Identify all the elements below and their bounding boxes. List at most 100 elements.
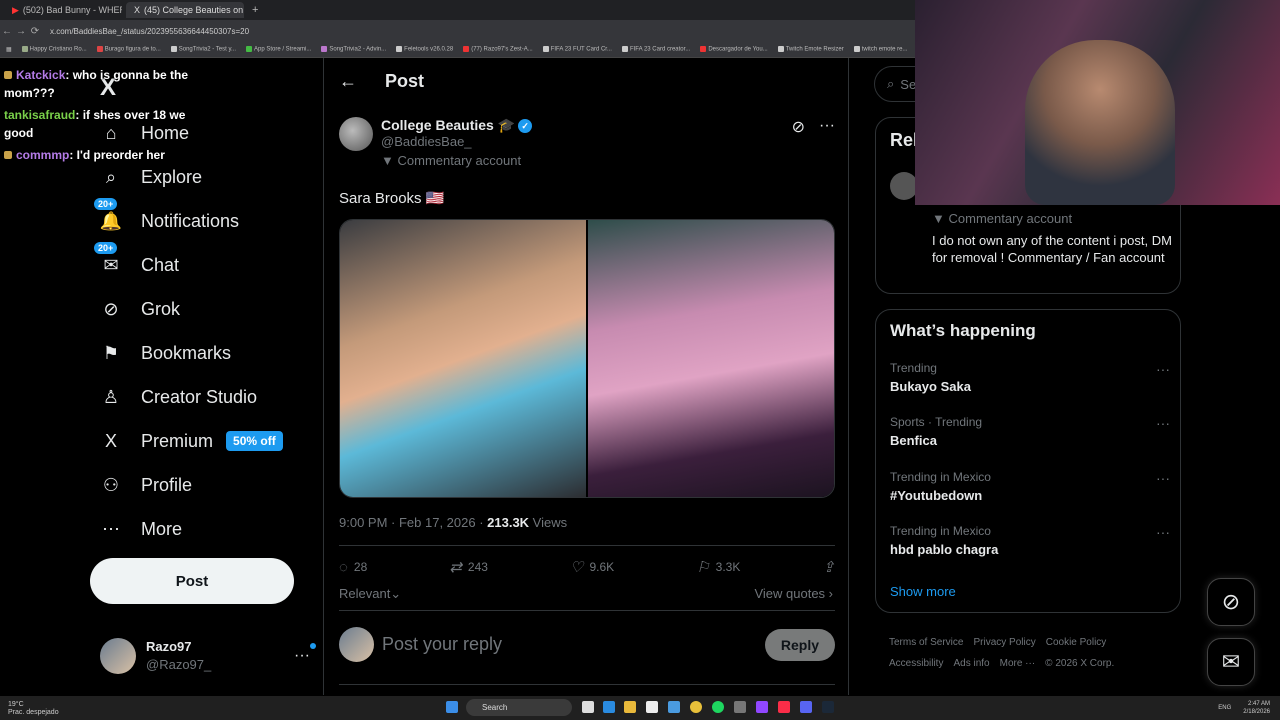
forward-icon[interactable]: → (14, 26, 28, 37)
reply-submit-button[interactable]: Reply (764, 628, 835, 661)
author-name[interactable]: College Beauties (381, 117, 494, 133)
back-icon[interactable]: ← (0, 26, 14, 37)
post-image[interactable] (340, 220, 586, 497)
bookmark-item[interactable]: Twitch Emote Resizer (777, 46, 844, 53)
footer-link[interactable]: Privacy Policy (973, 637, 1035, 648)
account-handle: @Razo97_ (146, 657, 212, 672)
more-options-icon[interactable]: ··· (1156, 415, 1170, 431)
author-handle[interactable]: @BaddiesBae_ (381, 134, 532, 149)
share-button[interactable]: ⇪ (822, 558, 835, 576)
back-arrow-icon[interactable]: ← (339, 71, 357, 92)
search-icon: ⌕ (887, 76, 895, 91)
footer-link[interactable]: Cookie Policy (1046, 637, 1107, 648)
footer-link[interactable]: Accessibility (889, 658, 943, 669)
trend-item[interactable]: Trending in Mexico hbd pablo chagra ··· (890, 524, 1170, 557)
reload-icon[interactable]: ⟳ (28, 26, 42, 37)
store-icon[interactable] (646, 701, 658, 713)
mail-app-icon[interactable] (668, 701, 680, 713)
url-field[interactable]: x.com/BaddiesBae_/status/202395563664445… (50, 27, 249, 36)
reply-input[interactable]: Post your reply (382, 634, 502, 655)
nav-premium[interactable]: X Premium 50% off (100, 430, 283, 452)
bookmark-item[interactable]: Burago figura de to... (96, 46, 161, 53)
footer-link[interactable]: Ads info (953, 658, 989, 669)
grok-icon[interactable]: ⊘ (792, 117, 805, 168)
show-more-link[interactable]: Show more (890, 584, 956, 599)
bookmark-item[interactable]: twitch emote re... (853, 46, 907, 53)
nav-chat[interactable]: ✉ 20+ Chat (94, 242, 179, 276)
bookmark-item[interactable]: SongTrivia2 - Test y... (170, 46, 236, 53)
clock[interactable]: 2:47 AM 2/18/2026 (1243, 700, 1270, 716)
bookmark-item[interactable]: Feletools v26.0.28 (396, 46, 453, 53)
reply-icon: ◌ (339, 558, 348, 576)
messages-fab-icon[interactable]: ✉ (1207, 638, 1255, 686)
mail-icon: ✉ 20+ (94, 242, 122, 276)
task-view-icon[interactable] (582, 701, 594, 713)
spotify-icon[interactable] (712, 701, 724, 713)
premium-promo-badge: 50% off (226, 431, 283, 451)
view-quotes-link[interactable]: View quotes › (754, 586, 833, 601)
trend-item[interactable]: Sports · Trending Benfica ··· (890, 415, 1170, 448)
nav-creator-studio[interactable]: ♙ Creator Studio (100, 386, 257, 408)
nav-more[interactable]: ⋯ More (100, 518, 182, 540)
footer-links: Terms of Service Privacy Policy Cookie Pol… (889, 632, 1179, 674)
author-avatar[interactable] (890, 172, 918, 200)
nav-grok[interactable]: ⊘ Grok (100, 298, 180, 320)
post-image[interactable] (588, 220, 834, 497)
grok-icon: ⊘ (103, 298, 119, 319)
bookmark-item[interactable]: App Store / Streami... (246, 46, 311, 53)
post-button[interactable]: Post (90, 558, 294, 604)
more-options-icon[interactable]: ··· (1156, 524, 1170, 540)
more-options-icon[interactable]: ··· (1156, 361, 1170, 377)
music-icon[interactable] (778, 701, 790, 713)
twitch-icon[interactable] (756, 701, 768, 713)
new-tab-button[interactable]: + (252, 4, 258, 16)
nav-explore[interactable]: ⌕ Explore (100, 166, 202, 188)
trend-item[interactable]: Trending in Mexico #Youtubedown ··· (890, 470, 1170, 503)
like-button[interactable]: ♡ 9.6K (570, 558, 614, 576)
nav-profile[interactable]: ⚇ Profile (100, 474, 192, 496)
bookmark-item[interactable]: FIFA 23 FUT Card Cr... (542, 46, 612, 53)
grok-fab-icon[interactable]: ⊘ (1207, 578, 1255, 626)
chrome-icon[interactable] (690, 701, 702, 713)
start-icon[interactable] (446, 701, 458, 713)
nav-notifications[interactable]: 🔔 20+ Notifications (94, 198, 239, 232)
app-icon[interactable] (734, 701, 746, 713)
more-options-icon[interactable]: ··· (1156, 470, 1170, 486)
edge-icon[interactable] (603, 701, 615, 713)
post-actions: ◌ 28 ⇄ 243 ♡ 9.6K ⚐ 3.3K ⇪ (339, 558, 835, 577)
footer-link[interactable]: Terms of Service (889, 637, 963, 648)
tab-x[interactable]: X(45) College Beauties on X× (126, 2, 244, 18)
x-icon: X (134, 5, 141, 15)
divider (339, 545, 835, 546)
steam-icon[interactable] (822, 701, 834, 713)
webcam-overlay (915, 0, 1280, 205)
post-media[interactable] (339, 219, 835, 498)
repost-button[interactable]: ⇄ 243 (449, 558, 488, 576)
trend-item[interactable]: Trending Bukayo Saka ··· (890, 361, 1170, 394)
bookmark-item[interactable]: (77) Razo97's Zest-A... (463, 46, 533, 53)
account-switcher[interactable]: Razo97 @Razo97_ ··· (100, 638, 316, 674)
bookmark-item[interactable]: Descargador de You... (700, 46, 768, 53)
bookmark-item[interactable]: FIFA 23 Card creator... (621, 46, 690, 53)
footer-link[interactable]: More ··· (1000, 658, 1036, 669)
bookmark-item[interactable]: Happy Cristiano Ro... (21, 46, 87, 53)
author-avatar[interactable] (339, 117, 373, 151)
browser-tab-bar: ▶(502) Bad Bunny - WHERE SHE× X(45) Coll… (0, 0, 915, 20)
weather-widget[interactable]: 19°C Prac. despejado (8, 701, 59, 717)
address-bar: ← → ⟳ x.com/BaddiesBae_/status/202395563… (0, 20, 915, 42)
person-icon: ⚇ (102, 474, 120, 495)
apps-icon[interactable]: ▦ (6, 46, 12, 53)
nav-bookmarks[interactable]: ⚑ Bookmarks (100, 342, 231, 364)
tab-youtube[interactable]: ▶(502) Bad Bunny - WHERE SHE× (4, 2, 122, 18)
reply-button[interactable]: ◌ 28 (339, 558, 367, 576)
bookmark-item[interactable]: SongTrivia2 - Advin... (321, 46, 386, 53)
file-explorer-icon[interactable] (624, 701, 636, 713)
discord-icon[interactable] (800, 701, 812, 713)
language-indicator[interactable]: ENG (1218, 705, 1231, 711)
taskbar-search[interactable]: Search (466, 699, 572, 716)
more-options-icon[interactable]: ··· (819, 117, 835, 168)
bookmark-button[interactable]: ⚐ 3.3K (696, 558, 740, 576)
more-icon[interactable]: ··· (294, 643, 316, 665)
reply-sort-dropdown[interactable]: Relevant⌄ (339, 586, 401, 602)
notification-badge: 20+ (94, 198, 118, 210)
